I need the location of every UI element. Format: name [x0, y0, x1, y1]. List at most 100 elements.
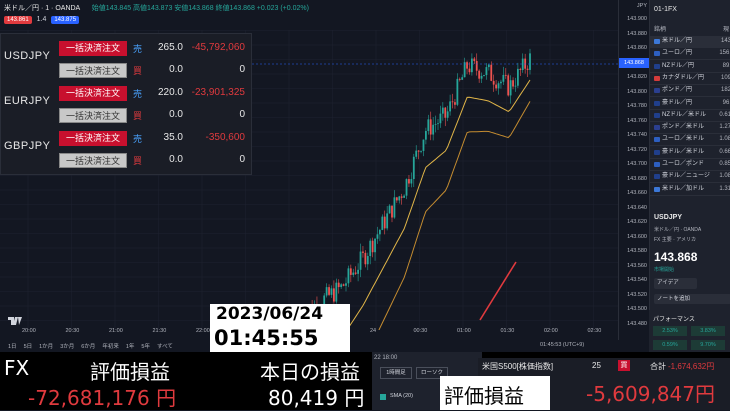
candle-body: [500, 81, 502, 84]
right-eval-label-box: 評価損益: [440, 376, 550, 410]
watchlist-item[interactable]: 豪ドル／円 96.: [650, 98, 730, 110]
index-position-panel: 米国S500[株価指数] 25 買 合計 -1,674,632円 評価損益 -5…: [440, 358, 730, 410]
close-all-button[interactable]: 一括決済注文: [59, 63, 127, 78]
buy-price-button[interactable]: 143.875: [51, 16, 80, 24]
flag-icon: [654, 137, 660, 143]
range-button[interactable]: 3か月: [60, 344, 74, 350]
symbol-title[interactable]: 米ドル／円 · 1 · OANDA: [4, 5, 80, 12]
price-tick-label: 143.520: [627, 291, 647, 298]
price-tick-label: 143.760: [627, 117, 647, 124]
close-all-button[interactable]: 一括決済注文: [59, 108, 127, 123]
watchlist-item[interactable]: 豪ドル／米ドル 0.66: [650, 147, 730, 159]
candle-body: [456, 78, 459, 105]
watchlist-last-price: 0.85: [719, 161, 730, 167]
watchlist-col-name: 銘柄: [654, 27, 667, 33]
candle-body: [383, 216, 386, 229]
watchlist-last-price: 1.08: [719, 136, 730, 143]
watchlist-item[interactable]: NZドル／円 89.: [650, 61, 730, 73]
price-axis[interactable]: JPY 143.900143.880143.860143.840143.8201…: [618, 0, 649, 340]
perf-1w: 2.53%: [653, 326, 687, 336]
quantity-value: 265.0: [157, 42, 183, 53]
quantity-value: 0.0: [169, 154, 183, 165]
time-tick-label: 02:00: [544, 328, 558, 334]
candle-body: [449, 101, 452, 112]
candle-body: [432, 124, 435, 135]
pnl-value: 0: [239, 64, 245, 75]
tradingview-logo: [8, 312, 22, 325]
moving-average-fast: [347, 79, 531, 328]
close-all-button[interactable]: 一括決済注文: [59, 86, 127, 101]
utc-clock: 01:45:53 (UTC+9): [540, 342, 585, 348]
candle-body: [369, 240, 372, 257]
candle-body: [485, 67, 488, 76]
price-tick-label: 143.820: [627, 74, 647, 80]
close-all-button[interactable]: 一括決済注文: [59, 153, 127, 168]
watchlist-item[interactable]: ユーロ／米ドル 1.08: [650, 134, 730, 147]
price-tick-label: 143.680: [627, 175, 647, 182]
watchlist-item[interactable]: 米ドル／加ドル 1.31: [650, 184, 730, 196]
watchlist-title[interactable]: 01-1FX: [654, 6, 677, 13]
range-button[interactable]: 年初来: [102, 344, 119, 350]
watchlist-item[interactable]: 米ドル／円 143: [650, 36, 730, 48]
flag-icon: [654, 88, 660, 94]
sell-price-button[interactable]: 143.861: [4, 16, 32, 24]
candle-body: [422, 139, 425, 151]
candle-body: [470, 58, 473, 73]
watchlist-item[interactable]: ポンド／米ドル 1.27: [650, 122, 730, 135]
close-all-button[interactable]: 一括決済注文: [59, 41, 127, 56]
candle-body: [342, 284, 345, 286]
detail-price: 143.868: [654, 250, 698, 264]
candle-body: [393, 197, 396, 218]
candle-body: [330, 288, 333, 295]
price-tick-label: 143.800: [627, 88, 647, 95]
range-button[interactable]: 5日: [24, 344, 33, 350]
candle-body: [424, 130, 427, 140]
total-value: -1,674,632円: [668, 362, 715, 371]
range-button[interactable]: 1か月: [39, 344, 53, 350]
watchlist-symbol-name: ユーロ／円: [662, 50, 693, 57]
watchlist-item[interactable]: ユーロ／ポンド 0.85: [650, 159, 730, 171]
sma-color-swatch: [380, 394, 386, 400]
watchlist-last-price: 1.08: [719, 173, 730, 180]
watchlist-symbol-name: 豪ドル／ニュージ: [662, 173, 710, 180]
side-label: 買: [133, 111, 143, 121]
trend-line: [479, 261, 517, 321]
detail-symbol: USDJPY: [654, 214, 683, 221]
range-button[interactable]: 6か月: [81, 344, 95, 350]
side-label: 売: [133, 89, 143, 99]
candle-body: [357, 269, 360, 274]
watchlist-symbol-name: ユーロ／ポンド: [662, 161, 705, 167]
watchlist-item[interactable]: ポンド／円 182: [650, 85, 730, 98]
timeframe-button[interactable]: 1時間足: [380, 367, 412, 379]
flag-icon: [654, 162, 660, 167]
candle-body: [468, 68, 471, 73]
candle-body: [504, 74, 507, 76]
close-all-button[interactable]: 一括決済注文: [59, 131, 127, 146]
candle-body: [335, 282, 338, 302]
ideas-label: アイデア: [657, 280, 679, 286]
index-label: 米国S500[株価指数]: [482, 362, 554, 371]
range-button[interactable]: 1年: [126, 344, 135, 350]
side-label: 買: [133, 156, 143, 166]
candle-body: [337, 282, 340, 288]
watchlist-item[interactable]: NZドル／米ドル 0.61: [650, 110, 730, 122]
candle-body: [359, 251, 362, 270]
quantity-value: 0.0: [169, 109, 183, 120]
candle-body: [376, 234, 379, 239]
quantity-value: 0.0: [169, 64, 183, 75]
watchlist-item[interactable]: カナダドル／円 109: [650, 73, 730, 85]
watchlist-item[interactable]: ユーロ／円 156.: [650, 48, 730, 61]
range-button[interactable]: 5年: [141, 344, 150, 350]
position-row: 一括決済注文買 0.0 0: [1, 105, 251, 127]
watchlist-item[interactable]: 豪ドル／ニュージ 1.08: [650, 171, 730, 184]
candle-body: [497, 83, 500, 89]
ideas-button[interactable]: アイデア: [654, 278, 697, 289]
add-note-button[interactable]: ノートを追加: [654, 294, 730, 304]
range-button[interactable]: 1日: [8, 344, 17, 350]
price-tick-label: 143.740: [627, 132, 647, 138]
candle-body: [381, 216, 384, 230]
watchlist-last-price: 156.: [719, 50, 730, 57]
candle-body: [417, 150, 420, 152]
quantity-value: 220.0: [157, 87, 183, 98]
range-button[interactable]: すべて: [157, 344, 173, 350]
